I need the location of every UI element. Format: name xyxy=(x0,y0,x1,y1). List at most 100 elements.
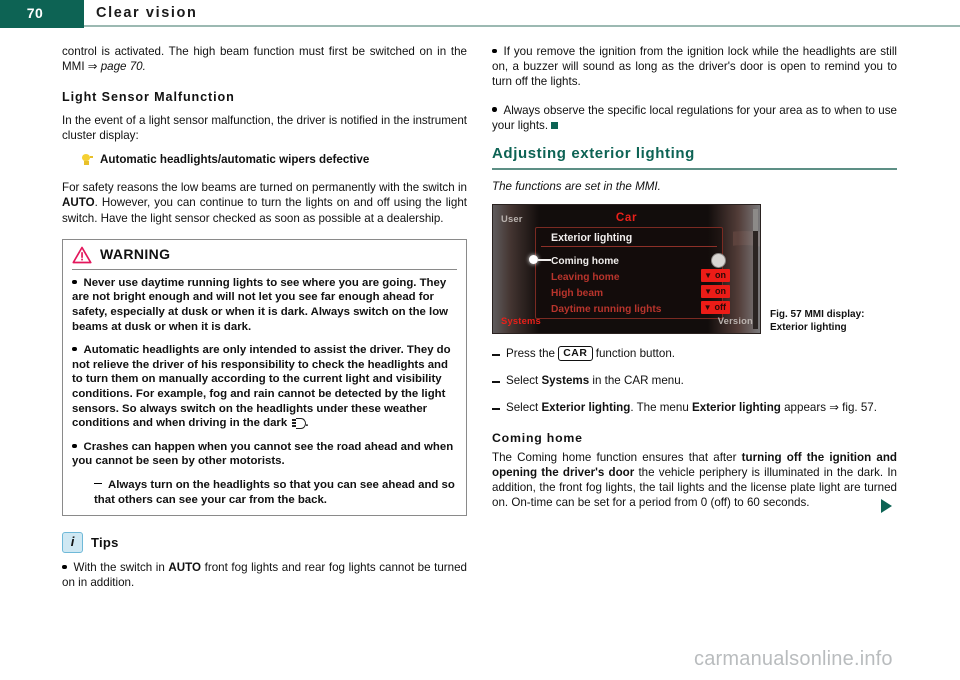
tips-title: Tips xyxy=(91,535,119,551)
section-rule xyxy=(492,168,897,170)
bullet-dot-icon xyxy=(492,107,497,112)
mmi-label-car: Car xyxy=(615,210,638,224)
tips-bullet: With the switch in AUTO front fog lights… xyxy=(62,560,467,590)
section-subtitle: The functions are set in the MMI. xyxy=(492,179,661,193)
info-icon-glyph: i xyxy=(70,534,75,550)
warning-box: WARNING Never use daytime running lights… xyxy=(62,238,467,517)
malfunction-paragraph: In the event of a light sensor malfuncti… xyxy=(62,113,467,142)
left-column: control is activated. The high beam func… xyxy=(62,44,467,604)
step-3-bold2: Exterior lighting xyxy=(692,401,781,415)
mmi-value-high-beam[interactable]: ▼ on xyxy=(701,284,730,298)
mmi-row-daytime-running-lights[interactable]: Daytime running lights xyxy=(551,302,661,317)
steps-list: Press the CAR function button. Select Sy… xyxy=(492,345,897,417)
coming-home-text-1: The Coming home function ensures that af… xyxy=(492,450,742,464)
coming-home-paragraph: The Coming home function ensures that af… xyxy=(492,450,897,513)
cluster-message-row: Automatic headlights/automatic wipers de… xyxy=(80,152,467,167)
mmi-row-coming-home[interactable]: Coming home xyxy=(551,254,619,269)
info-icon: i xyxy=(62,532,83,554)
figure-57: User Car Exterior lighting Coming home L… xyxy=(492,203,897,334)
tips-text-1: With the switch in xyxy=(73,561,169,575)
warning-bullet-2: Automatic headlights are only intended t… xyxy=(72,343,457,431)
mmi-menu-title-rule xyxy=(541,245,717,247)
section-title-adjusting-exterior-lighting: Adjusting exterior lighting xyxy=(492,145,695,163)
mmi-scrollbar-thumb[interactable] xyxy=(753,208,758,231)
step-3-suffix: appears ⇒ fig. 57. xyxy=(780,401,877,415)
warning-bullet-3-text: Crashes can happen when you cannot see t… xyxy=(72,440,454,468)
mmi-value-high-beam-text: on xyxy=(715,285,726,296)
step-press-car-button: Press the CAR function button. xyxy=(492,345,897,362)
bullet-dot-icon xyxy=(72,279,77,285)
right-column: If you remove the ignition from the igni… xyxy=(492,44,897,524)
step-1-prefix: Press the xyxy=(506,346,559,360)
figure-caption-line1: Fig. 57 MMI display: xyxy=(770,308,865,320)
bullet-dot-icon xyxy=(62,564,67,570)
figure-caption-line2: Exterior lighting xyxy=(770,321,847,333)
step-1-suffix: function button. xyxy=(592,346,676,360)
warning-triangle-icon xyxy=(72,246,92,264)
car-function-button-keycap[interactable]: CAR xyxy=(558,345,593,361)
warning-header: WARNING xyxy=(72,246,457,270)
step-1-content: Press the CAR function button. xyxy=(506,345,676,362)
chevron-down-icon: ▼ xyxy=(704,270,712,280)
right-bullet-1-text: If you remove the ignition from the igni… xyxy=(492,45,897,89)
mmi-value-drl-text: off xyxy=(714,301,727,312)
cluster-message-text: Automatic headlights/automatic wipers de… xyxy=(100,153,370,167)
mmi-value-leaving-home-text: on xyxy=(715,269,726,280)
mmi-toggle-knob[interactable] xyxy=(711,252,726,268)
warning-subbullet: Always turn on the headlights so that yo… xyxy=(94,478,457,507)
page-number: 70 xyxy=(26,5,44,21)
bullet-dot-icon xyxy=(72,443,77,448)
mmi-display-screenshot: User Car Exterior lighting Coming home L… xyxy=(492,203,761,334)
intro-paragraph: control is activated. The high beam func… xyxy=(62,44,467,74)
warning-bullet-1: Never use daytime running lights to see … xyxy=(72,276,457,334)
step-3-prefix: Select xyxy=(506,401,542,415)
page-header: 70 Clear vision xyxy=(0,0,960,28)
dash-bullet-icon xyxy=(94,482,102,485)
step-select-systems: Select Systems in the CAR menu. xyxy=(492,373,897,389)
chapter-title: Clear vision xyxy=(96,5,198,21)
mmi-selection-bar xyxy=(537,258,551,261)
subsection-coming-home: Coming home xyxy=(492,430,583,445)
tips-header: i Tips xyxy=(62,532,467,554)
mmi-row-leaving-home[interactable]: Leaving home xyxy=(551,270,620,285)
chevron-down-icon: ▼ xyxy=(703,302,712,312)
safety-text-2: . However, you can continue to turn the … xyxy=(62,196,467,225)
step-3-mid: . The menu xyxy=(630,401,692,415)
dash-bullet-icon xyxy=(492,346,506,362)
step-3-bold: Exterior lighting xyxy=(541,401,631,415)
low-beam-headlight-icon xyxy=(292,418,307,430)
mmi-label-version[interactable]: Version xyxy=(718,313,753,328)
header-rule xyxy=(84,25,960,27)
bulb-icon xyxy=(80,154,93,165)
mmi-menu-title: Exterior lighting xyxy=(551,231,633,244)
step-2-bold: Systems xyxy=(541,374,590,388)
mmi-row-high-beam[interactable]: High beam xyxy=(551,286,603,301)
step-select-exterior-lighting: Select Exterior lighting. The menu Exter… xyxy=(492,400,897,416)
chevron-down-icon: ▼ xyxy=(704,286,712,296)
step-2-suffix: in the CAR menu. xyxy=(589,374,684,388)
continuation-arrow-icon xyxy=(881,498,892,513)
warning-subbullet-text: Always turn on the headlights so that yo… xyxy=(94,478,455,506)
right-bullet-2: Always observe the specific local regula… xyxy=(492,103,897,133)
figure-caption: Fig. 57 MMI display: Exterior lighting xyxy=(770,309,895,334)
page-reference: page 70. xyxy=(100,60,146,74)
auto-label: AUTO xyxy=(62,196,95,210)
step-2-content: Select Systems in the CAR menu. xyxy=(506,373,684,389)
section-heading-light-sensor: Light Sensor Malfunction xyxy=(62,90,235,105)
warning-title: WARNING xyxy=(100,246,171,263)
header-rule-accent xyxy=(0,26,84,28)
mmi-value-leaving-home[interactable]: ▼ on xyxy=(701,268,730,282)
dash-bullet-icon xyxy=(492,373,506,389)
mmi-label-systems[interactable]: Systems xyxy=(501,313,541,328)
watermark: carmanualsonline.info xyxy=(694,648,893,670)
safety-text-1: For safety reasons the low beams are tur… xyxy=(62,181,467,195)
step-2-prefix: Select xyxy=(506,374,542,388)
bullet-dot-icon xyxy=(492,48,497,54)
tips-auto-label: AUTO xyxy=(168,561,202,575)
warning-bullet-2-text: Automatic headlights are only intended t… xyxy=(72,344,451,430)
warning-bullet-3: Crashes can happen when you cannot see t… xyxy=(72,440,457,469)
bullet-dot-icon xyxy=(72,346,77,352)
section-end-marker-icon xyxy=(551,121,559,129)
warning-bullet-1-text: Never use daytime running lights to see … xyxy=(72,276,449,333)
dash-bullet-icon xyxy=(492,400,506,416)
